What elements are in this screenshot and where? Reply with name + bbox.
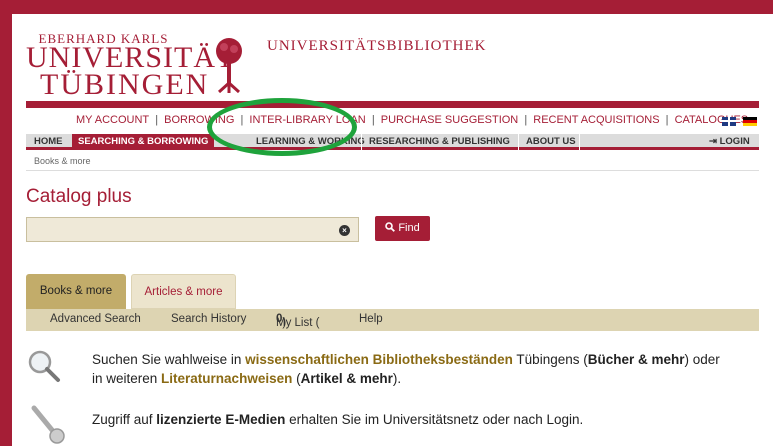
search-history-link[interactable]: Search History xyxy=(171,313,246,325)
separator: | xyxy=(524,114,528,126)
login-label: LOGIN xyxy=(719,136,750,147)
nav-home[interactable]: HOME xyxy=(34,136,63,147)
nav-about-us[interactable]: ABOUT US xyxy=(526,136,576,147)
licensed-emedia-emphasis: lizenzierte E-Medien xyxy=(156,412,286,427)
search-sub-navigation: Advanced Search Search History My List (… xyxy=(26,309,759,331)
highlight-annotation xyxy=(207,98,357,156)
nav-login[interactable]: ⇥ LOGIN xyxy=(709,136,750,147)
info-text-part: Suchen Sie wahlweise in xyxy=(92,352,246,367)
english-flag-icon[interactable] xyxy=(721,116,736,126)
header-divider xyxy=(26,101,759,108)
page: EBERHARD KARLS UNIVERSITÄT TÜBINGEN UNIV… xyxy=(12,14,773,446)
my-list-close: ) xyxy=(282,317,287,329)
help-link[interactable]: Help xyxy=(359,313,383,325)
nav-divider xyxy=(361,134,362,150)
nav-researching-publishing[interactable]: RESEARCHING & PUBLISHING xyxy=(369,136,510,147)
link-purchase-suggestion[interactable]: PURCHASE SUGGESTION xyxy=(381,114,519,126)
advanced-search-link[interactable]: Advanced Search xyxy=(50,313,141,325)
separator: | xyxy=(371,114,375,126)
info-text-part: erhalten Sie im Universitätsnetz oder na… xyxy=(285,412,584,427)
articles-more-emphasis: Artikel & mehr xyxy=(300,371,393,386)
search-info-text: Suchen Sie wahlweise in wissenschaftlich… xyxy=(92,350,732,388)
link-my-account[interactable]: MY ACCOUNT xyxy=(76,114,149,126)
info-text-part: Zugriff auf xyxy=(92,412,157,427)
top-link-bar: MY ACCOUNT | BORROWING | INTER-LIBRARY L… xyxy=(26,112,759,130)
german-flag-icon[interactable] xyxy=(743,116,757,126)
literature-references-link[interactable]: Literaturnachweisen xyxy=(161,371,292,386)
nav-divider xyxy=(518,134,519,150)
link-recent-acquisitions[interactable]: RECENT ACQUISITIONS xyxy=(533,114,659,126)
info-text-part: ). xyxy=(392,371,402,386)
magnifier-icon xyxy=(28,350,60,382)
nav-searching-borrowing[interactable]: SEARCHING & BORROWING xyxy=(72,134,215,150)
breadcrumb[interactable]: Books & more xyxy=(34,156,91,166)
nav-divider xyxy=(579,134,580,150)
scientific-holdings-link[interactable]: wissenschaftlichen Bibliotheksbeständen xyxy=(245,352,513,367)
logo-big-text-2: TÜBINGEN xyxy=(40,68,210,101)
page-title: Catalog plus xyxy=(26,186,132,207)
university-logo[interactable]: EBERHARD KARLS UNIVERSITÄT TÜBINGEN xyxy=(26,32,235,101)
tab-books-more[interactable]: Books & more xyxy=(26,274,126,309)
library-title[interactable]: UNIVERSITÄTSBIBLIOTHEK xyxy=(267,38,486,55)
tree-logo-icon xyxy=(216,38,242,93)
tab-articles-more[interactable]: Articles & more xyxy=(131,274,236,309)
separator: | xyxy=(665,114,669,126)
info-text-part: Tübingens ( xyxy=(512,352,588,367)
search-icon xyxy=(385,222,396,232)
find-button[interactable]: Find xyxy=(375,216,430,241)
main-navigation: HOME SEARCHING & BORROWING LEARNING & WO… xyxy=(26,134,759,150)
separator: | xyxy=(155,114,159,126)
my-list-link[interactable]: My List (0) xyxy=(276,313,319,329)
books-more-emphasis: Bücher & mehr xyxy=(587,352,685,367)
find-label: Find xyxy=(398,222,420,234)
breadcrumb-divider xyxy=(26,170,759,171)
key-icon xyxy=(31,405,65,444)
access-info-text: Zugriff auf lizenzierte E-Medien erhalte… xyxy=(92,410,732,429)
info-text-part: ( xyxy=(292,371,301,386)
search-input[interactable]: × xyxy=(26,217,359,242)
login-icon: ⇥ xyxy=(709,136,720,147)
clear-icon[interactable]: × xyxy=(339,225,350,236)
